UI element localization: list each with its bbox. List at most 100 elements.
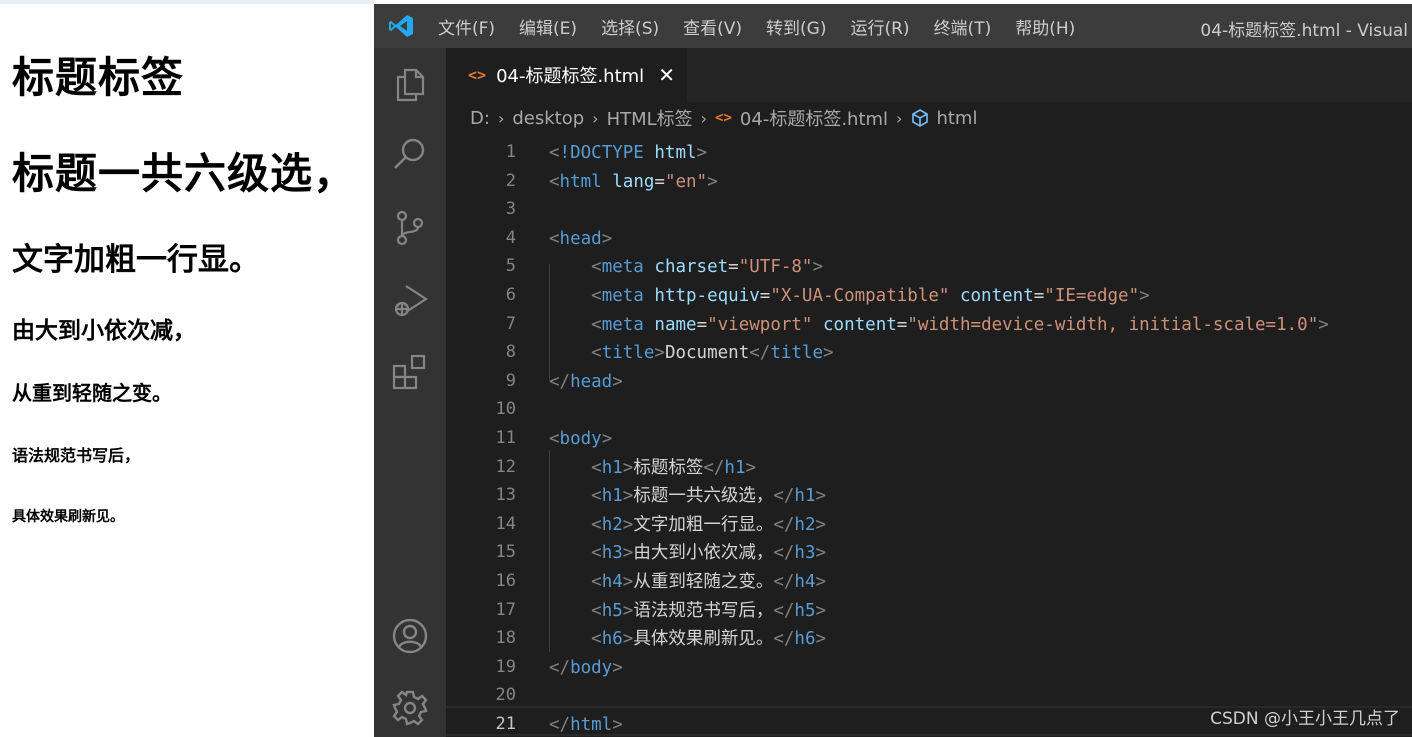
account-icon[interactable] [390, 616, 430, 656]
code-token: = [696, 314, 708, 335]
code-line: <h1>标题标签</h1> [549, 454, 756, 482]
chevron-right-icon: › [497, 108, 505, 128]
code-line: <head> [549, 225, 612, 253]
code-token: > [622, 486, 634, 507]
code-line: <h5>语法规范书写后，</h5> [549, 597, 826, 625]
code-line: <title>Document</title> [549, 339, 833, 367]
line-number: 13 [495, 485, 516, 506]
code-token: < [591, 457, 602, 478]
files-icon[interactable] [390, 64, 430, 104]
code-token: h3 [794, 543, 816, 564]
breadcrumb-file[interactable]: 04-标题标签.html [740, 105, 888, 131]
code-token: h5 [601, 600, 623, 621]
chevron-right-icon: › [700, 108, 708, 128]
search-icon[interactable] [390, 134, 430, 174]
code-token: h6 [794, 629, 816, 650]
code-token: > [815, 629, 827, 650]
code-token: = [654, 171, 665, 192]
code-token: "en" [664, 171, 708, 192]
code-token: 由大到小依次减， [633, 543, 774, 564]
code-token: </ [549, 657, 571, 678]
code-token: > [622, 457, 634, 478]
code-line: <meta name="viewport" content="width=dev… [549, 311, 1329, 339]
run-debug-icon[interactable] [390, 280, 430, 320]
code-token: </ [773, 486, 795, 507]
code-token: < [591, 286, 602, 306]
code-token: > [815, 514, 827, 535]
menu-go[interactable]: 转到(G) [766, 14, 826, 39]
line-number: 4 [505, 227, 516, 248]
close-icon[interactable]: ✕ [658, 63, 675, 87]
code-token: < [591, 572, 602, 592]
code-token: > [612, 715, 623, 735]
code-line: <html lang="en"> [549, 168, 718, 196]
code-token: > [707, 171, 718, 192]
code-token: Document [664, 343, 750, 364]
preview-heading-h1-line: 标题一共六级选， [12, 149, 357, 198]
breadcrumb-folder-html[interactable]: HTML标签 [607, 105, 693, 131]
code-token: > [601, 228, 613, 249]
code-token: 标题一共六级选， [633, 486, 774, 507]
vscode-window: 文件(F) 编辑(E) 选择(S) 查看(V) 转到(G) 运行(R) 终端(T… [374, 4, 1412, 737]
menu-view[interactable]: 查看(V) [683, 14, 742, 39]
code-token: > [815, 543, 827, 564]
code-token: h2 [794, 514, 816, 535]
line-number: 1 [505, 142, 516, 162]
code-token: > [612, 371, 623, 392]
menu-selection[interactable]: 选择(S) [601, 14, 659, 39]
menu-help[interactable]: 帮助(H) [1015, 14, 1075, 39]
breadcrumb: D: › desktop › HTML标签 › <> 04-标题标签.html … [470, 102, 977, 134]
code-token: </ [749, 343, 771, 364]
preview-heading-h4: 从重到轻随之变。 [12, 381, 172, 405]
code-editor[interactable]: 1 2 3 4 5 6 7 8 9 10 11 12 13 14 15 16 17 18 19 20 21 <!DOCT… [446, 134, 1412, 737]
code-token: content [959, 286, 1034, 306]
code-token: </ [773, 514, 795, 535]
code-token: 文字加粗一行显。 [633, 514, 774, 535]
code-token: h6 [601, 629, 623, 650]
code-line: <h4>从重到轻随之变。</h4> [549, 568, 826, 596]
activity-bar [374, 48, 446, 737]
settings-gear-icon[interactable] [390, 688, 430, 728]
code-token: </ [549, 371, 571, 392]
extensions-icon[interactable] [390, 352, 430, 392]
code-token: </ [549, 715, 571, 735]
code-token: < [549, 143, 560, 163]
code-token: !DOCTYPE [559, 143, 644, 163]
code-token: < [591, 600, 602, 621]
menu-file[interactable]: 文件(F) [438, 14, 495, 39]
code-token: < [591, 486, 602, 507]
line-number: 16 [495, 571, 516, 591]
code-token: > [1318, 314, 1329, 335]
code-token: "width=device-width, initial-scale=1.0" [907, 314, 1319, 335]
menu-terminal[interactable]: 终端(T) [934, 14, 992, 39]
title-bar: 文件(F) 编辑(E) 选择(S) 查看(V) 转到(G) 运行(R) 终端(T… [374, 4, 1412, 48]
source-control-icon[interactable] [390, 208, 430, 248]
code-token: </ [773, 572, 795, 592]
code-token: h4 [794, 572, 816, 592]
code-token: meta [601, 286, 644, 306]
menu-run[interactable]: 运行(R) [850, 14, 909, 39]
code-token: > [622, 600, 634, 621]
menu-edit[interactable]: 编辑(E) [519, 14, 577, 39]
breadcrumb-symbol[interactable]: html [936, 108, 977, 129]
code-token: 标题标签 [633, 457, 704, 478]
line-number: 2 [505, 170, 516, 191]
code-token: = [759, 286, 771, 306]
code-token: body [570, 657, 613, 678]
code-token: html [559, 171, 602, 192]
tab-active-file[interactable]: <> 04-标题标签.html ✕ [446, 48, 687, 102]
code-token: > [745, 457, 757, 478]
breadcrumb-folder-desktop[interactable]: desktop [512, 108, 584, 129]
menu-bar: 文件(F) 编辑(E) 选择(S) 查看(V) 转到(G) 运行(R) 终端(T… [438, 4, 1099, 48]
breadcrumb-drive[interactable]: D: [470, 108, 490, 129]
code-token: html [570, 715, 613, 735]
